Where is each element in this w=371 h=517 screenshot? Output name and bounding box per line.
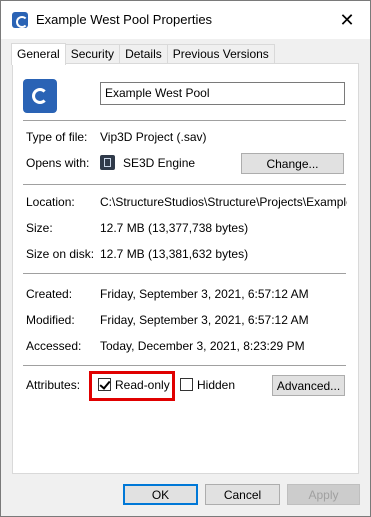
type-of-file-label: Type of file: [26,130,88,144]
ok-button[interactable]: OK [123,484,198,505]
read-only-highlight-box [89,371,175,401]
opens-with-value: SE3D Engine [123,156,196,170]
advanced-button[interactable]: Advanced... [272,375,345,396]
attributes-label: Attributes: [26,378,81,392]
modified-value: Friday, September 3, 2021, 6:57:12 AM [100,313,309,327]
divider [23,120,346,121]
tab-security[interactable]: Security [64,44,121,64]
title-bar: Example West Pool Properties ✕ [1,1,370,39]
location-label: Location: [26,195,75,209]
tab-previous-versions[interactable]: Previous Versions [166,44,275,64]
divider [23,273,346,274]
apply-button[interactable]: Apply [287,484,360,505]
cancel-button[interactable]: Cancel [205,484,280,505]
location-value: C:\StructureStudios\Structure\Projects\E… [100,195,347,209]
file-type-icon [23,79,57,113]
size-on-disk-label: Size on disk: [26,247,95,261]
size-label: Size: [26,221,53,235]
sav-file-icon [12,12,28,28]
close-button[interactable]: ✕ [324,1,370,39]
change-button[interactable]: Change... [241,153,344,174]
hidden-checkbox[interactable] [180,378,193,391]
tab-strip: General Security Details Previous Versio… [11,43,275,65]
properties-window: Example West Pool Properties ✕ General S… [0,0,371,517]
opens-with-label: Opens with: [26,156,90,170]
accessed-value: Today, December 3, 2021, 8:23:29 PM [100,339,305,353]
se3d-engine-icon [100,155,115,170]
hidden-label[interactable]: Hidden [197,378,235,392]
file-name-input[interactable]: Example West Pool [100,82,345,105]
size-on-disk-value: 12.7 MB (13,381,632 bytes) [100,247,249,261]
general-panel [12,63,359,474]
tab-details[interactable]: Details [119,44,168,64]
window-title: Example West Pool Properties [36,12,213,27]
created-value: Friday, September 3, 2021, 6:57:12 AM [100,287,309,301]
size-value: 12.7 MB (13,377,738 bytes) [100,221,249,235]
accessed-label: Accessed: [26,339,82,353]
type-of-file-value: Vip3D Project (.sav) [100,130,207,144]
divider [23,365,346,366]
tab-general[interactable]: General [11,43,66,65]
divider [23,184,346,185]
created-label: Created: [26,287,73,301]
modified-label: Modified: [26,313,75,327]
